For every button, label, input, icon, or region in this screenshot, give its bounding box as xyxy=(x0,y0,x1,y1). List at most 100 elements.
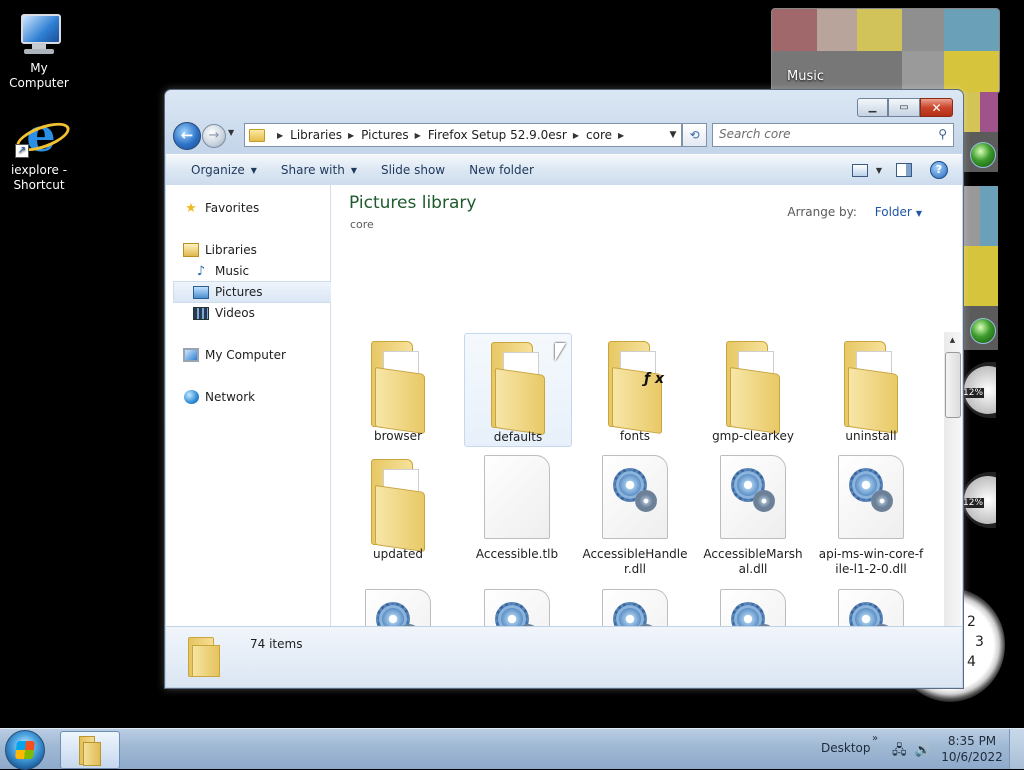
chevron-down-icon: ▼ xyxy=(350,165,357,175)
item-label: gmp-clearkey xyxy=(712,429,794,443)
vertical-scrollbar[interactable]: ▲ ▼ xyxy=(944,332,961,626)
chevron-right-icon[interactable]: ▶ xyxy=(348,131,354,140)
gadget-strip xyxy=(962,92,998,172)
system-tray: 🖧 🔊 xyxy=(892,741,931,763)
organize-label: Organize xyxy=(191,163,245,177)
address-history-dropdown[interactable]: ▼ xyxy=(665,130,681,140)
file-item[interactable]: api-ms-win-core-file-l2-1-0.dll xyxy=(345,585,451,626)
nav-item-music[interactable]: ♪ Music xyxy=(166,261,355,281)
recent-pages-button[interactable]: ▼ xyxy=(228,128,234,137)
breadcrumb-firefox-setup[interactable]: Firefox Setup 52.9.0esr xyxy=(428,128,567,142)
media-gadget[interactable]: Music xyxy=(771,8,1000,94)
slide-show-button[interactable]: Slide show xyxy=(369,155,457,185)
folder-item[interactable]: browser xyxy=(345,333,451,445)
nav-item-favorites[interactable]: ★ Favorites xyxy=(166,198,345,218)
star-icon: ★ xyxy=(185,200,197,216)
dll-file-icon xyxy=(720,455,786,539)
share-with-button[interactable]: Share with ▼ xyxy=(269,155,369,185)
change-view-icon[interactable] xyxy=(851,163,868,177)
forward-button[interactable]: → xyxy=(202,124,226,148)
refresh-button[interactable]: ⟲ xyxy=(682,123,707,147)
start-button[interactable] xyxy=(5,730,45,770)
new-folder-button[interactable]: New folder xyxy=(457,155,546,185)
file-item[interactable]: api-ms-win-core-file-l1-2-0.dll xyxy=(818,451,924,576)
windows-orb-icon xyxy=(970,318,996,344)
folder-item[interactable]: uninstall xyxy=(818,333,924,445)
item-count: 74 items xyxy=(250,637,303,651)
toolbar-expand-icon[interactable]: » xyxy=(872,733,878,744)
chevron-right-icon[interactable]: ▶ xyxy=(618,131,624,140)
clock-number: 4 xyxy=(967,654,976,670)
close-button[interactable]: ✕ xyxy=(920,98,953,117)
details-pane: 74 items xyxy=(166,627,962,687)
new-folder-label: New folder xyxy=(469,163,534,177)
chevron-right-icon[interactable]: ▶ xyxy=(277,131,283,140)
explorer-window[interactable]: ▁ ▭ ✕ ← → ▼ ▶ Libraries ▶ Pictures ▶ Fir… xyxy=(164,89,964,689)
breadcrumb-pictures[interactable]: Pictures xyxy=(361,128,409,142)
taskbar-explorer-button[interactable] xyxy=(60,731,120,769)
maximize-button[interactable]: ▭ xyxy=(888,98,920,117)
chevron-down-icon[interactable]: ▼ xyxy=(876,166,882,175)
scrollbar-thumb[interactable] xyxy=(945,352,961,418)
file-item[interactable]: api-ms-win-core-synch-l1-2-0.dll xyxy=(700,585,806,626)
dll-file-icon xyxy=(365,589,431,626)
clock[interactable]: 8:35 PM 10/6/2022 xyxy=(940,733,1004,765)
file-item[interactable]: AccessibleMarshal.dll xyxy=(700,451,806,576)
item-label: defaults xyxy=(493,430,543,444)
taskbar: Desktop » 🖧 🔊 8:35 PM 10/6/2022 xyxy=(0,728,1024,770)
chevron-right-icon[interactable]: ▶ xyxy=(573,131,579,140)
scroll-up-arrow-icon[interactable]: ▲ xyxy=(944,332,961,348)
computer-icon xyxy=(183,348,199,362)
library-icon xyxy=(183,243,199,257)
folder-item[interactable]: updated xyxy=(345,451,451,563)
nav-item-label: Libraries xyxy=(205,243,257,257)
organize-button[interactable]: Organize ▼ xyxy=(179,155,269,185)
pictures-icon xyxy=(193,285,209,299)
arrange-by-dropdown[interactable]: Folder xyxy=(875,205,912,219)
file-item[interactable]: api-ms-win-core-processthreads-l1-1-1.dl… xyxy=(582,585,688,626)
desktop-toolbar[interactable]: Desktop xyxy=(821,741,871,755)
slide-show-label: Slide show xyxy=(380,163,446,177)
command-bar: Organize ▼ Share with ▼ Slide show New f… xyxy=(166,154,962,186)
nav-item-label: Music xyxy=(215,264,250,278)
library-title: Pictures library xyxy=(349,193,477,213)
desktop-icon-my-computer[interactable]: My Computer xyxy=(0,10,78,91)
folder-item[interactable]: ƒ x fonts xyxy=(582,333,688,445)
nav-item-libraries[interactable]: Libraries xyxy=(166,240,345,260)
breadcrumb-libraries[interactable]: Libraries xyxy=(290,128,342,142)
chevron-down-icon[interactable]: ▼ xyxy=(916,209,922,218)
nav-item-videos[interactable]: Videos xyxy=(166,303,355,323)
network-tray-icon[interactable]: 🖧 xyxy=(892,743,907,758)
nav-item-pictures[interactable]: Pictures xyxy=(173,281,348,303)
dll-file-icon xyxy=(484,589,550,626)
file-item[interactable]: api-ms-win-core-timezone-l1-1-0.dll xyxy=(818,585,924,626)
computer-icon xyxy=(15,10,63,58)
folder-icon xyxy=(724,337,782,435)
volume-icon[interactable]: 🔊 xyxy=(915,743,931,758)
nav-item-label: Pictures xyxy=(215,285,263,299)
file-item[interactable]: Accessible.tlb xyxy=(464,451,570,563)
search-input[interactable] xyxy=(713,124,930,144)
search-box[interactable]: ⚲ xyxy=(712,123,954,147)
minimize-button[interactable]: ▁ xyxy=(857,98,888,117)
folder-icon: ƒ x xyxy=(606,337,664,435)
file-item[interactable]: api-ms-win-core-localization-l1-2-0.dll xyxy=(464,585,570,626)
search-icon[interactable]: ⚲ xyxy=(938,127,947,141)
music-note-icon: ♪ xyxy=(196,263,206,279)
dll-file-icon xyxy=(602,455,668,539)
nav-item-my-computer[interactable]: My Computer xyxy=(166,345,345,365)
item-label: uninstall xyxy=(845,429,897,443)
preview-pane-icon[interactable] xyxy=(896,163,912,177)
show-desktop-button[interactable] xyxy=(1009,729,1024,769)
media-gadget-label: Music xyxy=(787,69,824,84)
help-icon[interactable]: ? xyxy=(930,161,948,179)
back-button[interactable]: ← xyxy=(173,122,201,150)
breadcrumb-core[interactable]: core xyxy=(586,128,612,142)
chevron-right-icon[interactable]: ▶ xyxy=(415,131,421,140)
file-item[interactable]: AccessibleHandler.dll xyxy=(582,451,688,576)
address-bar[interactable]: ▶ Libraries ▶ Pictures ▶ Firefox Setup 5… xyxy=(244,123,682,147)
maximize-icon: ▭ xyxy=(899,102,909,113)
folder-item[interactable]: gmp-clearkey xyxy=(700,333,806,445)
nav-item-network[interactable]: Network xyxy=(166,387,345,407)
desktop-icon-iexplore[interactable]: e ↗ iexplore - Shortcut xyxy=(0,112,78,193)
